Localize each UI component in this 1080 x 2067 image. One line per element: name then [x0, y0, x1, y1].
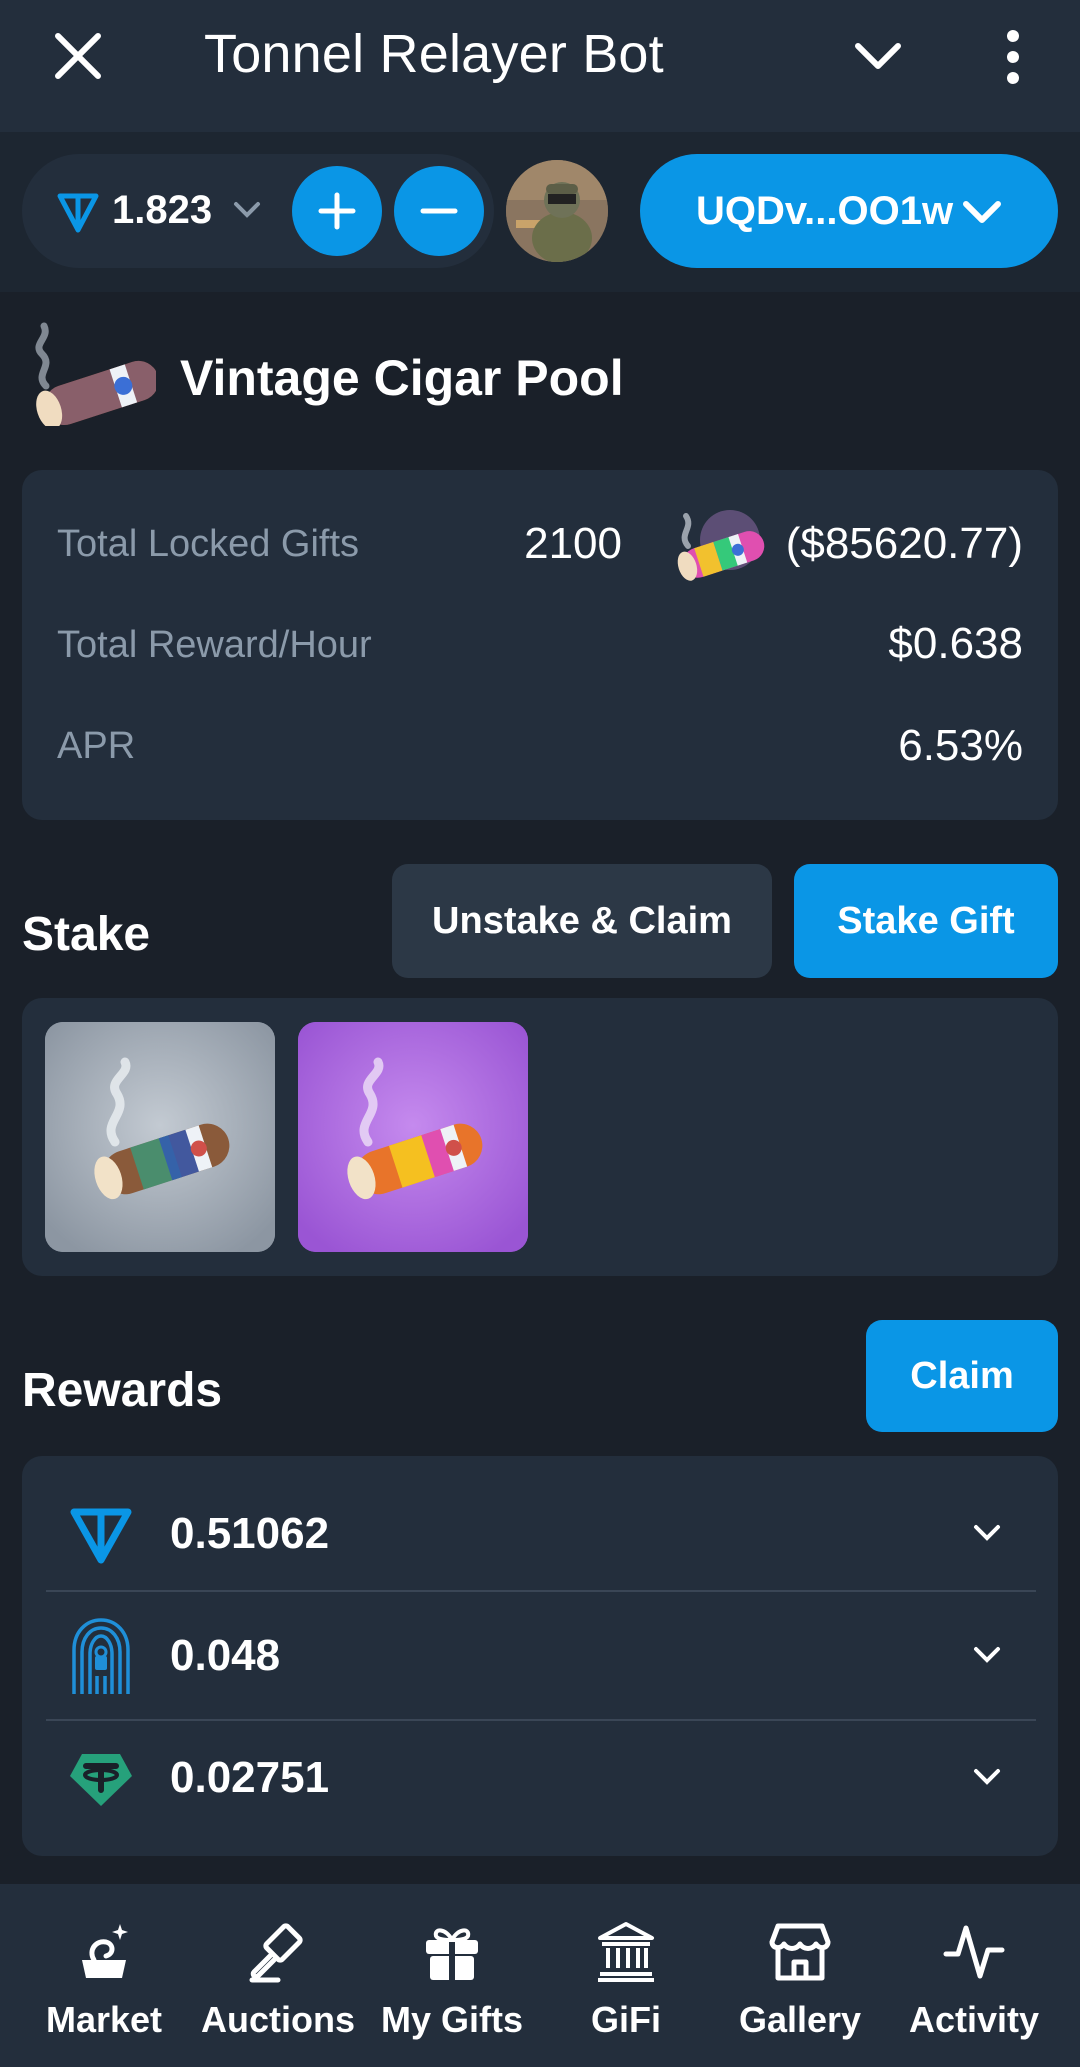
total-locked-gifts-label: Total Locked Gifts: [57, 523, 360, 565]
divider: [46, 1590, 1036, 1592]
app-title: Tonnel Relayer Bot: [204, 24, 664, 84]
cigar-gift-icon: [677, 510, 765, 581]
nav-item-activity[interactable]: Activity: [889, 1920, 1059, 2050]
cigar-gift-image: [298, 1022, 528, 1252]
ton-icon: [70, 1508, 132, 1564]
chevron-down-icon[interactable]: [232, 198, 262, 222]
pool-title: Vintage Cigar Pool: [180, 350, 624, 406]
cigar-gift-image: [45, 1022, 275, 1252]
deposit-button[interactable]: [292, 166, 382, 256]
nav-item-my-gifts[interactable]: My Gifts: [367, 1920, 537, 2050]
wallet-address-button[interactable]: UQDv...OO1w: [640, 154, 1058, 268]
chevron-down-icon: [974, 1525, 1000, 1541]
market-icon: [82, 1924, 128, 1978]
stake-title: Stake: [22, 908, 151, 961]
staked-gift-tile[interactable]: [298, 1022, 528, 1252]
stake-gift-label: Stake Gift: [837, 900, 1015, 942]
claim-button[interactable]: Claim: [866, 1320, 1058, 1432]
activity-icon: [943, 1925, 1005, 1979]
close-icon[interactable]: [50, 28, 106, 84]
plus-icon: [318, 192, 356, 230]
withdraw-button[interactable]: [394, 166, 484, 256]
stake-gift-button[interactable]: Stake Gift: [794, 864, 1058, 978]
reward-row-ton[interactable]: 0.51062: [46, 1472, 1036, 1592]
reward-row-usdt[interactable]: 0.02751: [46, 1716, 1036, 1836]
usdt-icon: [70, 1754, 132, 1806]
total-reward-value: $0.638: [888, 619, 1023, 668]
chevron-down-icon: [974, 1769, 1000, 1785]
title-bar: Tonnel Relayer Bot: [0, 0, 1080, 132]
nav-item-gallery[interactable]: Gallery: [715, 1920, 885, 2050]
cigar-gift-image: [35, 322, 156, 426]
avatar-image: [506, 160, 608, 262]
avatar[interactable]: [506, 160, 608, 262]
apr-label: APR: [57, 725, 136, 767]
nav-label: Activity: [908, 1999, 1040, 2040]
gift-icon: [426, 1928, 478, 1980]
total-locked-gifts-usd: ($85620.77): [785, 519, 1023, 568]
total-reward-label: Total Reward/Hour: [57, 624, 372, 666]
chevron-down-icon: [963, 201, 1001, 223]
ton-icon: [57, 193, 99, 233]
nav-item-gifi[interactable]: GiFi: [541, 1920, 711, 2050]
claim-label: Claim: [910, 1355, 1014, 1397]
apr-value: 6.53%: [898, 721, 1023, 770]
balance-value: 1.823: [112, 188, 213, 232]
chevron-down-icon: [974, 1647, 1000, 1663]
more-menu-icon[interactable]: [996, 28, 1030, 86]
minus-icon: [420, 208, 458, 214]
chevron-down-icon[interactable]: [852, 34, 904, 78]
wallet-address: UQDv...OO1w: [696, 189, 954, 233]
nav-item-auctions[interactable]: Auctions: [193, 1920, 363, 2050]
gavel-icon: [249, 1923, 303, 1983]
unstake-claim-label: Unstake & Claim: [432, 900, 732, 942]
unstake-claim-button[interactable]: Unstake & Claim: [392, 864, 772, 978]
fingerprint-lock-icon: [72, 1618, 130, 1694]
store-icon: [769, 1923, 831, 1981]
total-locked-gifts-count: 2100: [524, 519, 622, 568]
reward-row-fingerprint[interactable]: 0.048: [46, 1594, 1036, 1714]
rewards-title: Rewards: [22, 1364, 223, 1417]
nav-item-market[interactable]: Market: [19, 1920, 189, 2050]
reward-value: 0.51062: [170, 1509, 330, 1558]
bank-icon: [598, 1922, 654, 1982]
reward-value: 0.048: [170, 1631, 281, 1680]
reward-value: 0.02751: [170, 1753, 330, 1802]
staked-gift-tile[interactable]: [45, 1022, 275, 1252]
